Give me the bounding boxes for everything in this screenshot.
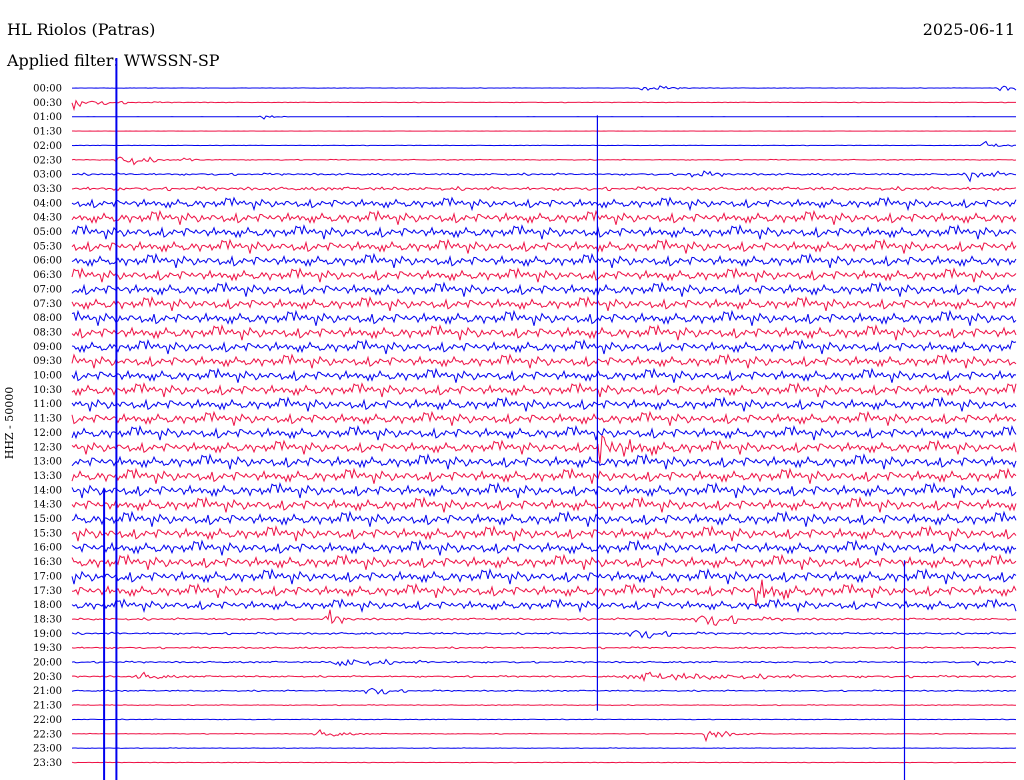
trace-row [71,630,1017,639]
trace-row [72,170,1017,183]
trace-row [71,396,1017,412]
trace-row [71,410,1017,426]
row-time-label: 06:30 [33,270,62,281]
trace-row [71,281,1017,297]
trace-row [72,115,1017,120]
trace-row [71,99,1016,112]
row-time-label: 17:30 [33,586,62,597]
row-time-label: 23:30 [33,758,62,769]
row-time-label: 20:30 [33,672,62,683]
trace-row [71,553,1017,570]
row-time-label: 02:00 [33,141,62,152]
row-time-label: 15:30 [33,528,62,539]
row-time-label: 14:30 [33,500,62,511]
trace-row [71,267,1017,283]
trace-row [71,324,1017,341]
trace-row [71,539,1017,556]
row-time-label: 17:00 [33,571,62,582]
row-time-label: 04:00 [33,198,62,209]
row-time-label: 23:00 [33,744,62,755]
trace-row [71,238,1017,254]
row-time-label: 22:00 [33,715,62,726]
trace-row [71,140,1017,147]
row-time-label: 20:00 [33,658,62,669]
trace-row [71,252,1017,269]
trace-row [71,579,1017,606]
row-time-label: 21:30 [33,701,62,712]
trace-row [71,761,1017,764]
row-time-label: 05:30 [33,241,62,252]
row-time-label: 11:30 [33,414,62,425]
trace-row [71,382,1017,398]
trace-row [71,353,1017,369]
row-time-label: 08:30 [33,327,62,338]
trace-row [71,453,1017,470]
trace-row [71,704,1017,707]
row-time-label: 02:30 [33,155,62,166]
row-time-label: 18:00 [33,600,62,611]
trace-row [71,196,1017,212]
row-time-label: 15:00 [33,514,62,525]
trace-row [71,598,1017,613]
row-time-label: 18:30 [33,614,62,625]
trace-row [71,646,1017,650]
trace-row [71,687,1017,695]
trace-row [71,729,1017,743]
row-time-label: 13:30 [33,471,62,482]
trace-row [71,425,1017,441]
row-time-label: 10:30 [33,385,62,396]
row-time-label: 08:00 [33,313,62,324]
trace-row [71,209,1017,225]
row-time-label: 19:00 [33,629,62,640]
tick-label-layer: 00:00 00:30 01:00 01:30 02:00 02:30 03:00 03:30… [33,84,62,769]
row-time-label: 06:00 [33,256,62,267]
trace-row [71,525,1017,542]
trace-row [71,671,1017,683]
trace-row [71,309,1017,326]
row-time-label: 10:00 [33,371,62,382]
row-time-label: 03:30 [33,184,62,195]
trace-row [71,224,1017,240]
row-time-label: 12:30 [33,442,62,453]
row-time-label: 19:30 [33,643,62,654]
trace-row [71,295,1017,312]
row-time-label: 11:00 [33,399,62,410]
trace-row [71,367,1017,383]
y-axis-label: HHZ - 50000 [3,386,16,460]
row-time-label: 12:00 [33,428,62,439]
trace-layer [71,85,1017,764]
trace-row [71,747,1017,749]
trace-row [71,156,1017,166]
trace-row [71,718,1017,721]
row-time-label: 07:30 [33,299,62,310]
trace-row [71,568,1017,585]
row-time-label: 01:30 [33,127,62,138]
row-time-label: 09:30 [33,356,62,367]
row-time-label: 16:30 [33,557,62,568]
trace-row [71,609,1016,627]
trace-row [71,658,1017,667]
row-time-label: 01:00 [33,112,62,123]
trace-row [71,510,1017,527]
trace-row [71,467,1017,484]
row-time-label: 00:30 [33,98,62,109]
row-time-label: 04:30 [33,213,62,224]
row-time-label: 00:00 [33,84,62,95]
row-time-label: 13:00 [33,457,62,468]
trace-row [71,496,1017,513]
row-time-label: 05:00 [33,227,62,238]
trace-row [71,481,1017,499]
row-time-label: 03:00 [33,170,62,181]
row-time-label: 16:00 [33,543,62,554]
row-time-label: 22:30 [33,729,62,740]
row-time-label: 09:00 [33,342,62,353]
row-time-label: 14:00 [33,485,62,496]
trace-row [71,185,1017,192]
trace-row [71,338,1017,355]
row-time-label: 21:00 [33,686,62,697]
row-time-label: 07:00 [33,284,62,295]
trace-row [72,85,1017,92]
helicorder-plot: 00:00 00:30 01:00 01:30 02:00 02:30 03:00 03:30… [33,58,1017,780]
